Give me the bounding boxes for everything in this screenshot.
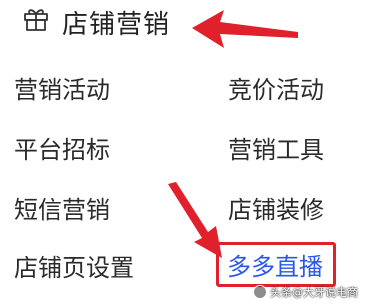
menu-item-marketing-activities[interactable]: 营销活动 <box>14 78 110 102</box>
menu-item-store-page-settings[interactable]: 店铺页设置 <box>14 256 134 280</box>
gift-icon <box>24 9 48 31</box>
menu-item-bidding-activities[interactable]: 竞价活动 <box>228 78 324 102</box>
menu-item-store-decoration[interactable]: 店铺装修 <box>228 198 324 222</box>
watermark-text: 头条@大牙说电商 <box>270 286 358 299</box>
watermark: 头条@大牙说电商 <box>253 284 358 300</box>
menu-item-duoduo-live[interactable]: 多多直播 <box>227 255 323 279</box>
section-header: 店铺营销 <box>0 0 366 50</box>
watermark-logo-icon <box>253 285 267 299</box>
menu-item-sms-marketing[interactable]: 短信营销 <box>14 198 110 222</box>
menu-item-platform-bidding[interactable]: 平台招标 <box>14 138 110 162</box>
menu-item-marketing-tools[interactable]: 营销工具 <box>228 138 324 162</box>
section-title: 店铺营销 <box>62 10 171 40</box>
red-arrow-annotation <box>192 10 298 48</box>
